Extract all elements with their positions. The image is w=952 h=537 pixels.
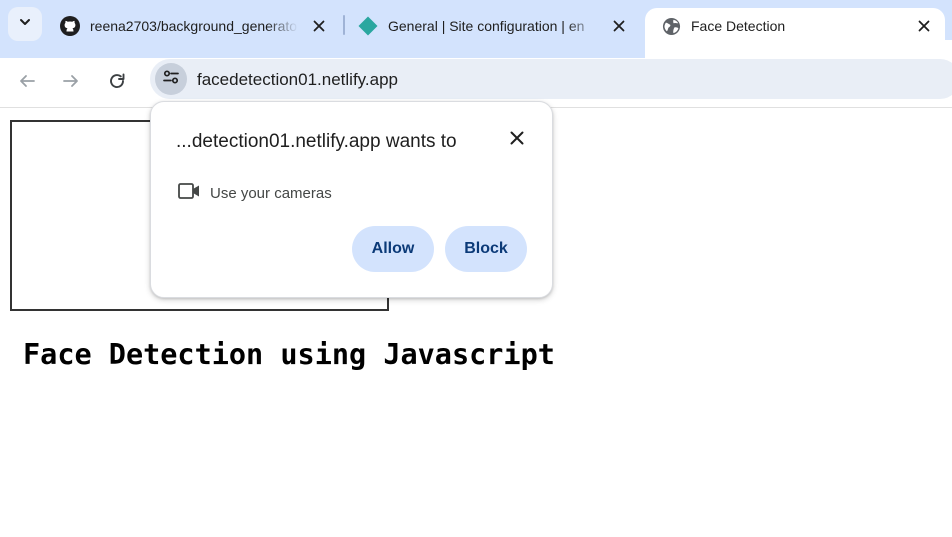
reload-icon bbox=[108, 72, 126, 95]
allow-button[interactable]: Allow bbox=[352, 226, 434, 272]
reload-button[interactable] bbox=[100, 66, 134, 100]
arrow-left-icon bbox=[18, 72, 36, 95]
forward-button[interactable] bbox=[54, 66, 88, 100]
url-text[interactable]: facedetection01.netlify.app bbox=[197, 70, 398, 90]
tab-title: reena2703/background_generator bbox=[90, 18, 298, 34]
globe-icon bbox=[661, 16, 681, 36]
close-icon[interactable] bbox=[310, 17, 328, 35]
tab-face-detection[interactable]: Face Detection bbox=[645, 8, 945, 58]
permission-label: Use your cameras bbox=[210, 185, 332, 202]
github-icon bbox=[60, 16, 80, 36]
close-icon[interactable] bbox=[915, 17, 933, 35]
tune-icon bbox=[162, 68, 180, 91]
chevron-down-icon bbox=[18, 15, 32, 34]
netlify-icon bbox=[358, 16, 378, 36]
permission-row: Use your cameras bbox=[178, 182, 332, 205]
permission-prompt: ...detection01.netlify.app wants to Use … bbox=[150, 101, 553, 298]
address-bar[interactable]: facedetection01.netlify.app bbox=[150, 59, 952, 99]
page-heading: Face Detection using Javascript bbox=[23, 338, 555, 371]
close-icon bbox=[510, 131, 524, 150]
tab-title: General | Site configuration | en bbox=[388, 18, 585, 34]
videocam-icon bbox=[178, 182, 200, 205]
prompt-title: ...detection01.netlify.app wants to bbox=[176, 131, 457, 152]
tab-strip: reena2703/background_generator General |… bbox=[0, 0, 952, 58]
tab-github[interactable]: reena2703/background_generator bbox=[44, 8, 340, 44]
arrow-right-icon bbox=[62, 72, 80, 95]
site-info-button[interactable] bbox=[155, 63, 187, 95]
block-button[interactable]: Block bbox=[445, 226, 527, 272]
tab-title: Face Detection bbox=[691, 18, 786, 34]
close-icon[interactable] bbox=[610, 17, 628, 35]
tab-netlify[interactable]: General | Site configuration | en bbox=[342, 8, 640, 44]
close-prompt-button[interactable] bbox=[507, 130, 527, 150]
active-tab-edge bbox=[945, 40, 952, 58]
tab-search-button[interactable] bbox=[8, 7, 42, 41]
back-button[interactable] bbox=[10, 66, 44, 100]
